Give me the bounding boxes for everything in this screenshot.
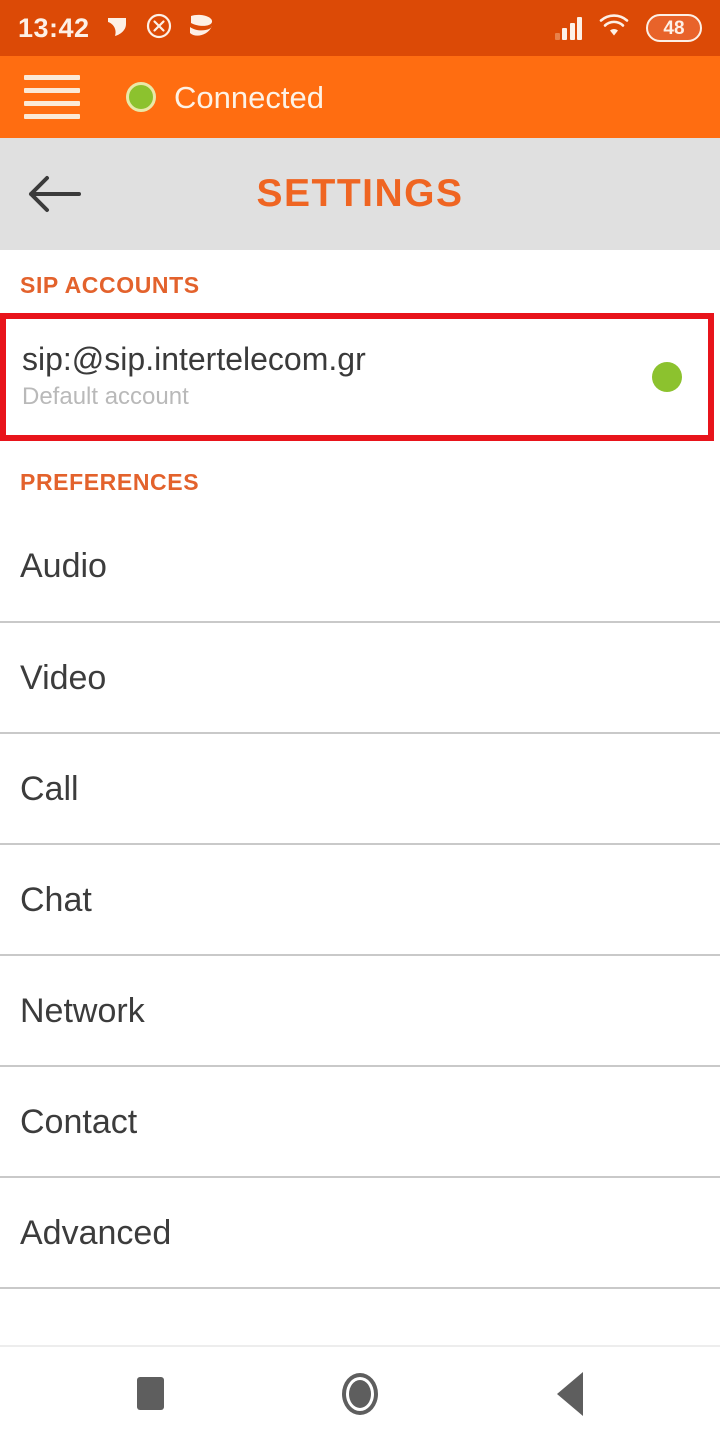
- list-bottom-divider: [0, 1287, 720, 1289]
- sip-account-subtitle: Default account: [22, 382, 189, 410]
- status-bar-notification-icons: [104, 12, 216, 45]
- preference-label: Network: [20, 991, 145, 1030]
- circle-home-icon[interactable]: [325, 1359, 395, 1429]
- status-bar-clock: 13:42: [18, 12, 90, 43]
- android-navigation-bar: [0, 1345, 720, 1440]
- connection-status: Connected: [126, 82, 324, 113]
- battery-level-label: 48: [663, 17, 685, 39]
- connection-status-label: Connected: [174, 79, 324, 115]
- preference-label: Contact: [20, 1102, 138, 1141]
- preference-label: Advanced: [20, 1213, 172, 1252]
- preference-row-network[interactable]: Network: [0, 954, 720, 1065]
- preference-row-audio[interactable]: Audio: [0, 510, 720, 621]
- preference-label: Audio: [20, 546, 107, 585]
- preference-label: Chat: [20, 880, 92, 919]
- app-bar: Connected: [0, 56, 720, 138]
- battery-indicator: 48: [646, 14, 702, 42]
- back-arrow-icon[interactable]: [0, 168, 110, 220]
- square-recents-icon[interactable]: [115, 1359, 185, 1429]
- chat-bubbles-icon: [186, 12, 216, 45]
- phone-screen: 13:42 48 Connected SETTINGS SIP ACCOUNTS…: [0, 0, 720, 1440]
- wifi-icon: [598, 13, 630, 44]
- pennant-icon: [104, 12, 132, 45]
- preference-row-call[interactable]: Call: [0, 732, 720, 843]
- preference-row-contact[interactable]: Contact: [0, 1065, 720, 1176]
- preference-row-advanced[interactable]: Advanced: [0, 1176, 720, 1287]
- sip-account-row[interactable]: sip:@sip.intertelecom.gr Default account: [0, 313, 714, 441]
- cellular-signal-icon: [554, 16, 582, 40]
- preference-label: Video: [20, 658, 107, 697]
- status-bar: 13:42 48: [0, 0, 720, 56]
- settings-content: SIP ACCOUNTS sip:@sip.intertelecom.gr De…: [0, 250, 720, 1289]
- sip-account-status-dot: [652, 362, 682, 392]
- connection-status-dot: [126, 82, 156, 112]
- page-title: SETTINGS: [256, 172, 464, 215]
- sip-account-uri: sip:@sip.intertelecom.gr: [22, 340, 366, 377]
- section-header-sip-accounts: SIP ACCOUNTS: [20, 272, 200, 298]
- preference-label: Call: [20, 769, 79, 808]
- triangle-back-icon[interactable]: [535, 1359, 605, 1429]
- title-bar: SETTINGS: [0, 138, 720, 250]
- status-bar-system-icons: 48: [554, 13, 702, 44]
- sip-account-text: sip:@sip.intertelecom.gr Default account: [6, 341, 652, 413]
- hamburger-menu-icon[interactable]: [24, 75, 80, 119]
- close-circle-icon: [145, 12, 173, 45]
- section-header-preferences: PREFERENCES: [20, 469, 200, 495]
- preference-row-video[interactable]: Video: [0, 621, 720, 732]
- preference-row-chat[interactable]: Chat: [0, 843, 720, 954]
